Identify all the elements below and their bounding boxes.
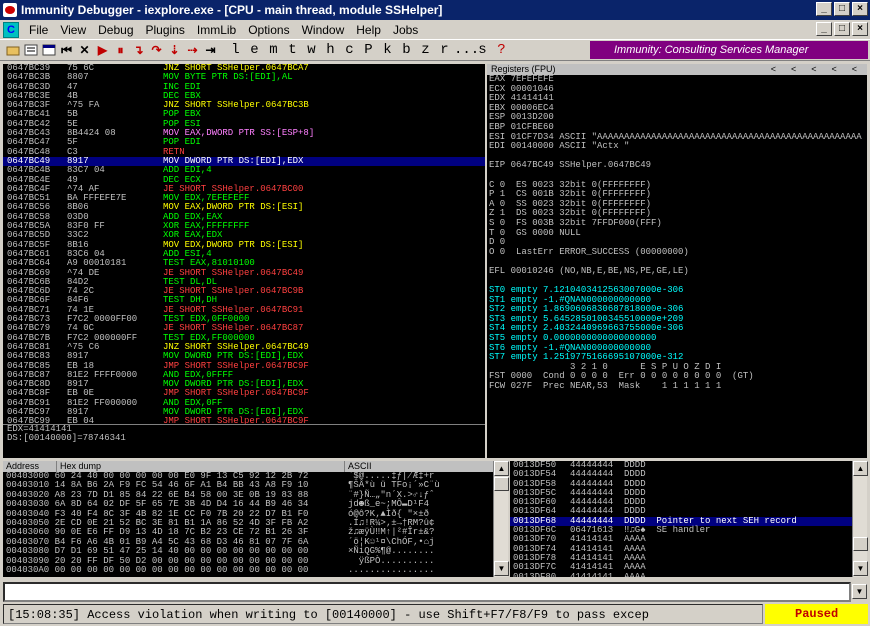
stack-row[interactable]: 0013DF54 44444444 DDDD xyxy=(510,469,852,479)
run-icon[interactable]: ▶ xyxy=(94,42,111,59)
menu-help[interactable]: Help xyxy=(350,23,387,37)
command-input[interactable] xyxy=(3,582,851,602)
open-folder-icon[interactable] xyxy=(4,42,21,59)
menu-bar: C File View Debug Plugins ImmLib Options… xyxy=(0,20,870,39)
stack-row[interactable]: 0013DF5C 44444444 DDDD xyxy=(510,488,852,498)
window-title: Immunity Debugger - iexplore.exe - [CPU … xyxy=(21,3,443,17)
dump-scrollbar[interactable]: ▲ ▼ xyxy=(493,461,509,577)
menu-file[interactable]: File xyxy=(23,23,54,37)
toolbar-references-button[interactable]: r xyxy=(435,42,454,58)
stack-row[interactable]: 0013DF78 41414141 AAAA xyxy=(510,553,852,563)
step-into-icon[interactable]: ↴ xyxy=(130,42,147,59)
stack-row[interactable]: 0013DF70 41414141 AAAA xyxy=(510,535,852,545)
close-process-icon[interactable]: ✕ xyxy=(76,42,93,59)
mdi-minimize-button[interactable]: _ xyxy=(816,22,832,36)
close-button[interactable]: × xyxy=(852,2,868,16)
scroll-down-icon[interactable]: ▼ xyxy=(494,561,509,576)
app-icon xyxy=(3,3,17,17)
disasm-bytes: EB 04 xyxy=(67,416,95,424)
restart-icon[interactable]: ⏮ xyxy=(58,42,75,59)
menu-immlib[interactable]: ImmLib xyxy=(191,23,242,37)
toolbar-source-button[interactable]: s xyxy=(473,42,492,58)
mdi-restore-button[interactable]: □ xyxy=(834,22,850,36)
maximize-button[interactable]: □ xyxy=(834,2,850,16)
register-line[interactable]: EIP 0647BC49 SSHelper.0647BC49 xyxy=(487,161,867,171)
registers-pane[interactable]: Registers (FPU) < < < < < EAX 7EFEFEFE ECX… xyxy=(487,64,867,458)
immunity-banner: Immunity: Consulting Services Manager xyxy=(590,41,868,59)
toolbar-windows-button[interactable]: w xyxy=(302,42,321,58)
toolbar-patches-button[interactable]: P xyxy=(359,42,378,58)
toolbar-help-button[interactable]: ? xyxy=(492,42,511,58)
status-badge: Paused xyxy=(765,604,868,624)
scroll-down-icon[interactable]: ▼ xyxy=(853,561,868,576)
toolbar-memory-button[interactable]: m xyxy=(264,42,283,58)
menu-plugins[interactable]: Plugins xyxy=(140,23,191,37)
stack-row[interactable]: 0013DF50 44444444 DDDD xyxy=(510,461,852,470)
stack-row[interactable]: 0013DF74 41414141 AAAA xyxy=(510,544,852,554)
stack-pane[interactable]: 0013DF50 44444444 DDDD 0013DF54 44444444 DDDD… xyxy=(510,461,852,577)
register-line[interactable]: O 0 LastErr ERROR_SUCCESS (00000000) xyxy=(487,247,867,258)
register-line[interactable]: EDI 00140000 ASCII "Actx " xyxy=(487,142,867,152)
minimize-button[interactable]: _ xyxy=(816,2,832,16)
mdi-close-button[interactable]: × xyxy=(852,22,868,36)
menu-window[interactable]: Window xyxy=(296,23,351,37)
register-line[interactable]: EFL 00010246 (NO,NB,E,BE,NS,PE,GE,LE) xyxy=(487,266,867,277)
toolbar-cpu-button[interactable]: c xyxy=(340,42,359,58)
stack-value: 41414141 xyxy=(570,571,614,577)
command-dropdown[interactable]: ▼ xyxy=(852,582,867,602)
toolbar-callstack-button[interactable]: k xyxy=(378,42,397,58)
scroll-up-icon[interactable]: ▲ xyxy=(494,461,509,476)
execute-till-return-icon[interactable]: ⇥ xyxy=(202,42,219,59)
pause-icon[interactable]: ⏸ xyxy=(112,42,129,59)
toolbar-hw-breakpoints-button[interactable]: z xyxy=(416,42,435,58)
toolbar-handles-button[interactable]: h xyxy=(321,42,340,58)
toolbar-run-trace-button[interactable]: ... xyxy=(454,42,479,58)
toolbar-threads-button[interactable]: t xyxy=(283,42,302,58)
stack-scrollbar[interactable]: ▲ ▼ xyxy=(852,461,868,577)
info-pane: EDX=41414141 DS:[00140000]=78746341 xyxy=(3,425,485,458)
register-line[interactable]: FCW 027F Prec NEAR,53 Mask 1 1 1 1 1 1 xyxy=(487,381,867,392)
stack-row[interactable]: 0013DF60 44444444 DDDD xyxy=(510,497,852,507)
scroll-up-icon[interactable]: ▲ xyxy=(853,461,868,476)
menu-view[interactable]: View xyxy=(54,23,92,37)
toolbar-log-button[interactable]: l xyxy=(226,42,245,58)
stack-row[interactable]: 0013DF58 44444444 DDDD xyxy=(510,479,852,489)
status-message: [15:08:35] Access violation when writing… xyxy=(3,604,763,624)
scroll-thumb[interactable] xyxy=(853,537,868,551)
registers-nav-arrows[interactable]: < < < < < xyxy=(771,64,857,75)
chevron-down-icon[interactable]: ▼ xyxy=(852,584,867,599)
register-line[interactable]: T 0 GS 0000 NULL xyxy=(487,228,867,239)
window-icon[interactable] xyxy=(40,42,57,59)
disasm-address: 0647BC99 xyxy=(7,416,51,424)
dump-row[interactable]: 004030A0 00 00 00 00 00 00 00 00 00 00 0… xyxy=(3,564,493,575)
disasm-instruction: JMP SHORT SSHelper.0647BC9F xyxy=(163,416,309,424)
cpu-window-icon[interactable]: C xyxy=(3,21,19,38)
menu-debug[interactable]: Debug xyxy=(92,23,139,37)
stack-row[interactable]: 0013DF7C 41414141 AAAA xyxy=(510,562,852,572)
trace-into-icon[interactable]: ⇣ xyxy=(166,42,183,59)
info-line: DS:[00140000]=78746341 xyxy=(7,433,126,444)
registers-title: Registers (FPU) xyxy=(491,64,556,74)
scroll-thumb[interactable] xyxy=(494,477,509,491)
trace-over-icon[interactable]: ⇢ xyxy=(184,42,201,59)
toolbar-breakpoints-button[interactable]: b xyxy=(397,42,416,58)
stack-row[interactable]: 0013DF80 41414141 AAAA xyxy=(510,571,852,577)
menu-options[interactable]: Options xyxy=(242,23,295,37)
registers-header: Registers (FPU) < < < < < xyxy=(487,64,867,75)
disassembly-pane[interactable]: 0647BC39 75 6C JNZ SHORT SSHelper.0647BCA7… xyxy=(3,64,485,424)
stack-row[interactable]: 0013DF6C 06471613 ‼♫G♠ SE handler xyxy=(510,525,852,535)
stack-comment: AAAA xyxy=(624,571,646,577)
hex-dump-pane[interactable]: Address Hex dump ASCII 00403000 60 24 40… xyxy=(3,461,493,577)
menu-jobs[interactable]: Jobs xyxy=(387,23,424,37)
step-over-icon[interactable]: ↷ xyxy=(148,42,165,59)
disasm-row[interactable]: 0647BC99 EB 04 JMP SHORT SSHelper.0647BC9F xyxy=(3,416,485,424)
stack-address: 0013DF80 xyxy=(513,571,557,577)
list-icon[interactable] xyxy=(22,42,39,59)
title-bar: Immunity Debugger - iexplore.exe - [CPU … xyxy=(0,0,870,20)
dump-hex: 004030A0 00 00 00 00 00 00 00 00 00 00 0… xyxy=(6,564,309,575)
toolbar-modules-button[interactable]: e xyxy=(245,42,264,58)
dump-ascii: ................ xyxy=(348,564,435,575)
